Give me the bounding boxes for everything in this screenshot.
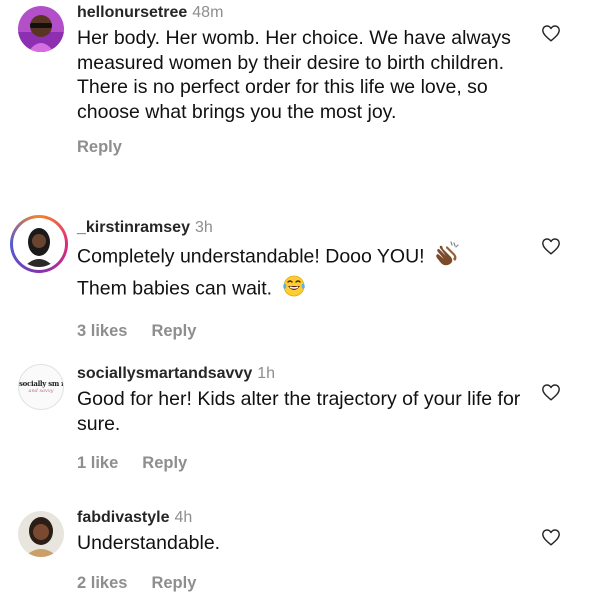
- comment-text: Her body. Her womb. Her choice. We have …: [77, 27, 511, 123]
- clapping-hands-emoji: [434, 241, 462, 274]
- comment-text: Good for her! Kids alter the trajectory …: [77, 388, 521, 435]
- profile-photo: [18, 511, 64, 557]
- comment-actions: Reply: [77, 138, 527, 157]
- reply-button[interactable]: Reply: [151, 574, 196, 592]
- comment-text: Completely understandable! Dooo YOU! The…: [77, 241, 527, 304]
- comment-header: fabdivastyle 4h: [77, 508, 527, 528]
- heart-outline-icon[interactable]: [541, 24, 561, 42]
- timestamp: 1h: [257, 365, 276, 382]
- comment-header: _kirstinramsey 3h: [77, 218, 527, 238]
- reply-button[interactable]: Reply: [142, 454, 187, 472]
- timestamp: 4h: [174, 509, 193, 526]
- reply-button[interactable]: Reply: [77, 138, 122, 156]
- likes-count[interactable]: 3 likes: [77, 322, 127, 340]
- avatar-fabdivastyle[interactable]: [18, 511, 64, 557]
- heart-outline-icon[interactable]: [541, 383, 561, 401]
- comment-header: hellonursetree 48m: [77, 3, 527, 23]
- avatar-kirstinramsey[interactable]: [10, 215, 68, 273]
- comment-text: Understandable.: [77, 532, 221, 554]
- heart-outline-icon[interactable]: [541, 528, 561, 546]
- avatar-sociallysmartandsavvy[interactable]: socially sm rt and savvy: [18, 364, 64, 410]
- comment-actions: 2 likes Reply: [77, 574, 527, 593]
- comment-actions: 1 like Reply: [77, 454, 527, 473]
- avatar-hellonursetree[interactable]: [18, 6, 64, 52]
- heart-outline-icon[interactable]: [541, 237, 561, 255]
- username[interactable]: hellonursetree: [77, 4, 187, 21]
- profile-photo: [16, 221, 62, 267]
- timestamp: 48m: [192, 4, 224, 21]
- comment-header: sociallysmartandsavvy 1h: [77, 364, 527, 384]
- laughing-tears-emoji: [282, 274, 306, 305]
- comment-text-line1: Completely understandable! Dooo YOU!: [77, 245, 425, 268]
- comment-text-line2: Them babies can wait.: [77, 276, 273, 299]
- comment-actions: 3 likes Reply: [77, 322, 527, 341]
- username[interactable]: sociallysmartandsavvy: [77, 365, 252, 382]
- reply-button[interactable]: Reply: [151, 322, 196, 340]
- profile-photo: [18, 6, 64, 52]
- likes-count[interactable]: 2 likes: [77, 574, 127, 592]
- likes-count[interactable]: 1 like: [77, 454, 118, 472]
- avatar-logo-text: socially sm rt: [19, 379, 64, 388]
- avatar-logo-subtext: and savvy: [28, 388, 54, 394]
- timestamp: 3h: [194, 219, 213, 236]
- username[interactable]: fabdivastyle: [77, 509, 169, 526]
- username[interactable]: _kirstinramsey: [77, 219, 190, 236]
